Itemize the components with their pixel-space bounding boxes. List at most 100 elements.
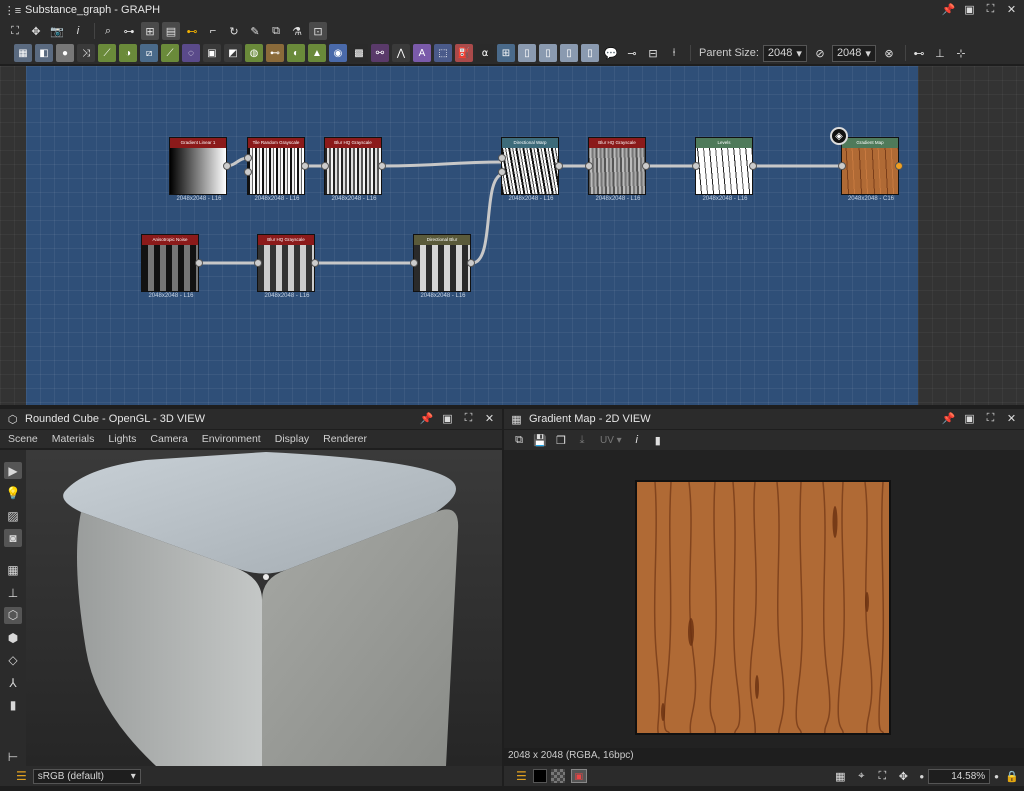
checker-bg-swatch[interactable] [550,769,565,783]
zoom-field[interactable]: 14.58% [928,768,991,784]
clean-icon[interactable]: ⚗ [288,22,306,40]
input-port[interactable] [244,154,252,162]
output-port[interactable] [895,162,903,170]
node-graph-canvas[interactable]: Gradient Linear 1 2048x2048 - L16 Tile R… [26,66,918,405]
node-blur-hq-1[interactable]: Blur HQ Grayscale 2048x2048 - L16 [321,137,386,202]
output-marker-icon[interactable]: ◈ [830,127,848,145]
layers-stack-icon[interactable]: ☰ [516,769,527,783]
align-horizontal-icon[interactable]: ⊷ [910,44,928,62]
pixel-processor-icon[interactable]: ⊷ [266,44,284,62]
warp-icon[interactable]: ⧄ [140,44,158,62]
dot-icon[interactable]: ⊸ [623,44,641,62]
uv-grid-icon[interactable]: ▦ [4,562,22,579]
output-port[interactable] [749,162,757,170]
connect-icon[interactable]: ⊷ [183,22,201,40]
histogram-icon[interactable]: ▲ [308,44,326,62]
input-icon[interactable]: ◩ [224,44,242,62]
frame-all-icon[interactable]: ⛶ [6,22,24,40]
channels-icon[interactable]: ▣ [570,769,587,783]
distance-icon[interactable]: ⚯ [371,44,389,62]
uniform-color-icon[interactable]: ● [56,44,74,62]
light-bulb-icon[interactable]: 💡 [4,484,22,501]
input-port[interactable] [498,168,506,176]
output-size-select[interactable]: 2048 ▾ [831,44,876,62]
input-port[interactable] [838,162,846,170]
menu-scene[interactable]: Scene [8,433,38,445]
fx-map-icon[interactable]: ▩ [350,44,368,62]
lock-icon[interactable]: 🔒 [1003,767,1021,785]
input-port[interactable] [321,162,329,170]
pick-icon[interactable]: ⌖ [852,767,870,785]
node-blur-hq-3[interactable]: Blur HQ Grayscale 2048x2048 - L16 [254,234,319,299]
pin-icon[interactable]: 📌 [942,412,956,425]
pan-icon[interactable]: ✥ [27,22,45,40]
link-mode-icon[interactable]: ⊶ [120,22,138,40]
pin-frame-icon[interactable]: ▯ [560,44,578,62]
output-port[interactable] [195,259,203,267]
menu-camera[interactable]: Camera [150,433,187,445]
tools-icon[interactable]: ✎ [246,22,264,40]
black-bg-swatch[interactable] [532,769,547,783]
route-icon[interactable]: ⌐ [204,22,222,40]
duplicate-icon[interactable]: ❐ [552,431,570,449]
normal-icon[interactable]: ◉ [329,44,347,62]
stats-icon[interactable]: ▮ [4,696,22,713]
output-icon[interactable]: ▣ [203,44,221,62]
input-port[interactable] [410,259,418,267]
parent-size-select[interactable]: 2048 ▾ [762,44,807,62]
input-port[interactable] [254,259,262,267]
comment-icon[interactable]: 💬 [602,44,620,62]
pin-node-icon[interactable]: ⍿ [665,44,683,62]
mesh-icon[interactable]: ⬡ [4,606,22,624]
stamp-icon[interactable]: ⊟ [644,44,662,62]
node-anisotropic-noise[interactable]: Anisotropic Noise 2048x2048 - L16 [141,234,203,299]
navigation-icon[interactable]: ▯ [581,44,599,62]
publish-icon[interactable]: ⧉ [267,22,285,40]
curve-edit-icon[interactable]: ⋀ [392,44,410,62]
menu-renderer[interactable]: Renderer [323,433,367,445]
blend-icon[interactable]: ⤨ [77,44,95,62]
uv-dropdown[interactable]: UV ▾ [600,435,622,446]
hierarchy-icon[interactable]: ⊢ [4,749,22,766]
output-port[interactable] [555,162,563,170]
transform-icon[interactable]: ◌ [182,44,200,62]
view2d-viewport[interactable]: 2048 x 2048 (RGBA, 16bpc) [504,450,1024,761]
output-port[interactable] [223,162,231,170]
paint-bucket-icon[interactable]: ⛽ [455,44,473,62]
pin-icon[interactable]: 📌 [420,412,434,425]
refresh-icon[interactable]: ↻ [225,22,243,40]
node-gradient-linear[interactable]: Gradient Linear 1 2048x2048 - L16 [169,137,231,202]
node-tile-random[interactable]: Tile Random Grayscale 2048x2048 - L16 [244,137,309,202]
align-vertical-icon[interactable]: ⊥ [931,44,949,62]
camera-icon[interactable]: 📷 [48,22,66,40]
frame-icon[interactable]: ▯ [518,44,536,62]
node-levels[interactable]: Levels 2048x2048 - L16 [692,137,757,202]
fit-icon[interactable]: ⛶ [873,767,891,785]
node-directional-blur[interactable]: Directional Blur 2048x2048 - L16 [410,234,475,299]
search-icon[interactable]: ⌕ [99,22,117,40]
environment-icon[interactable]: ▨ [4,507,22,524]
link-size-icon[interactable]: ⊘ [811,44,829,62]
float-window-icon[interactable]: ▣ [441,412,454,425]
node-directional-warp[interactable]: Directional Warp 2048x2048 - L16 [498,137,563,202]
input-port[interactable] [585,162,593,170]
maximize-icon[interactable]: ⛶ [984,412,997,425]
info-icon[interactable]: i [628,431,646,449]
grid-icon[interactable]: ▦ [831,767,849,785]
levels-icon[interactable]: ◑ [119,44,137,62]
float-window-icon[interactable]: ▣ [963,3,976,16]
output-port[interactable] [378,162,386,170]
output-port[interactable] [467,259,475,267]
maximize-icon[interactable]: ⛶ [984,3,997,16]
gradient-icon[interactable]: ⟋ [161,44,179,62]
maximize-icon[interactable]: ⛶ [462,412,475,425]
export-icon[interactable]: ⤓ [573,431,591,449]
close-icon[interactable]: ✕ [1005,3,1018,16]
curve-icon[interactable]: ⟋ [98,44,116,62]
view3d-viewport[interactable] [26,450,502,766]
value-processor-icon[interactable]: ⍺ [476,44,494,62]
float-window-icon[interactable]: ▣ [963,412,976,425]
save-icon[interactable]: 💾 [531,431,549,449]
output-port[interactable] [642,162,650,170]
distribute-icon[interactable]: ⊹ [952,44,970,62]
